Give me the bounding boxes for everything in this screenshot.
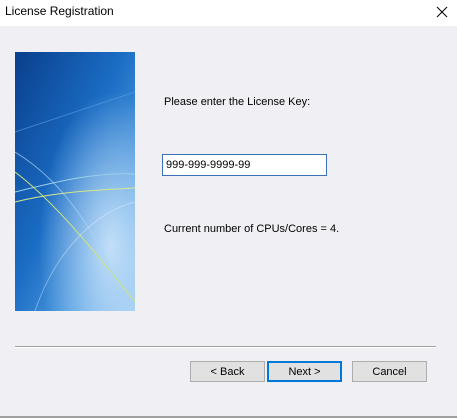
- window-title: License Registration: [5, 4, 114, 18]
- close-icon: [436, 6, 448, 18]
- back-button[interactable]: < Back: [190, 361, 265, 382]
- cancel-button[interactable]: Cancel: [352, 361, 427, 382]
- license-key-prompt: Please enter the License Key:: [164, 96, 311, 108]
- license-registration-dialog: License Registration Please enter the Li…: [0, 0, 457, 418]
- button-divider: [15, 346, 436, 348]
- next-button[interactable]: Next >: [267, 361, 342, 382]
- title-bar: License Registration: [0, 0, 457, 26]
- wizard-banner-image: [15, 52, 135, 311]
- cpu-cores-info: Current number of CPUs/Cores = 4.: [164, 223, 340, 235]
- license-key-input[interactable]: [162, 154, 327, 176]
- close-button[interactable]: [427, 0, 457, 24]
